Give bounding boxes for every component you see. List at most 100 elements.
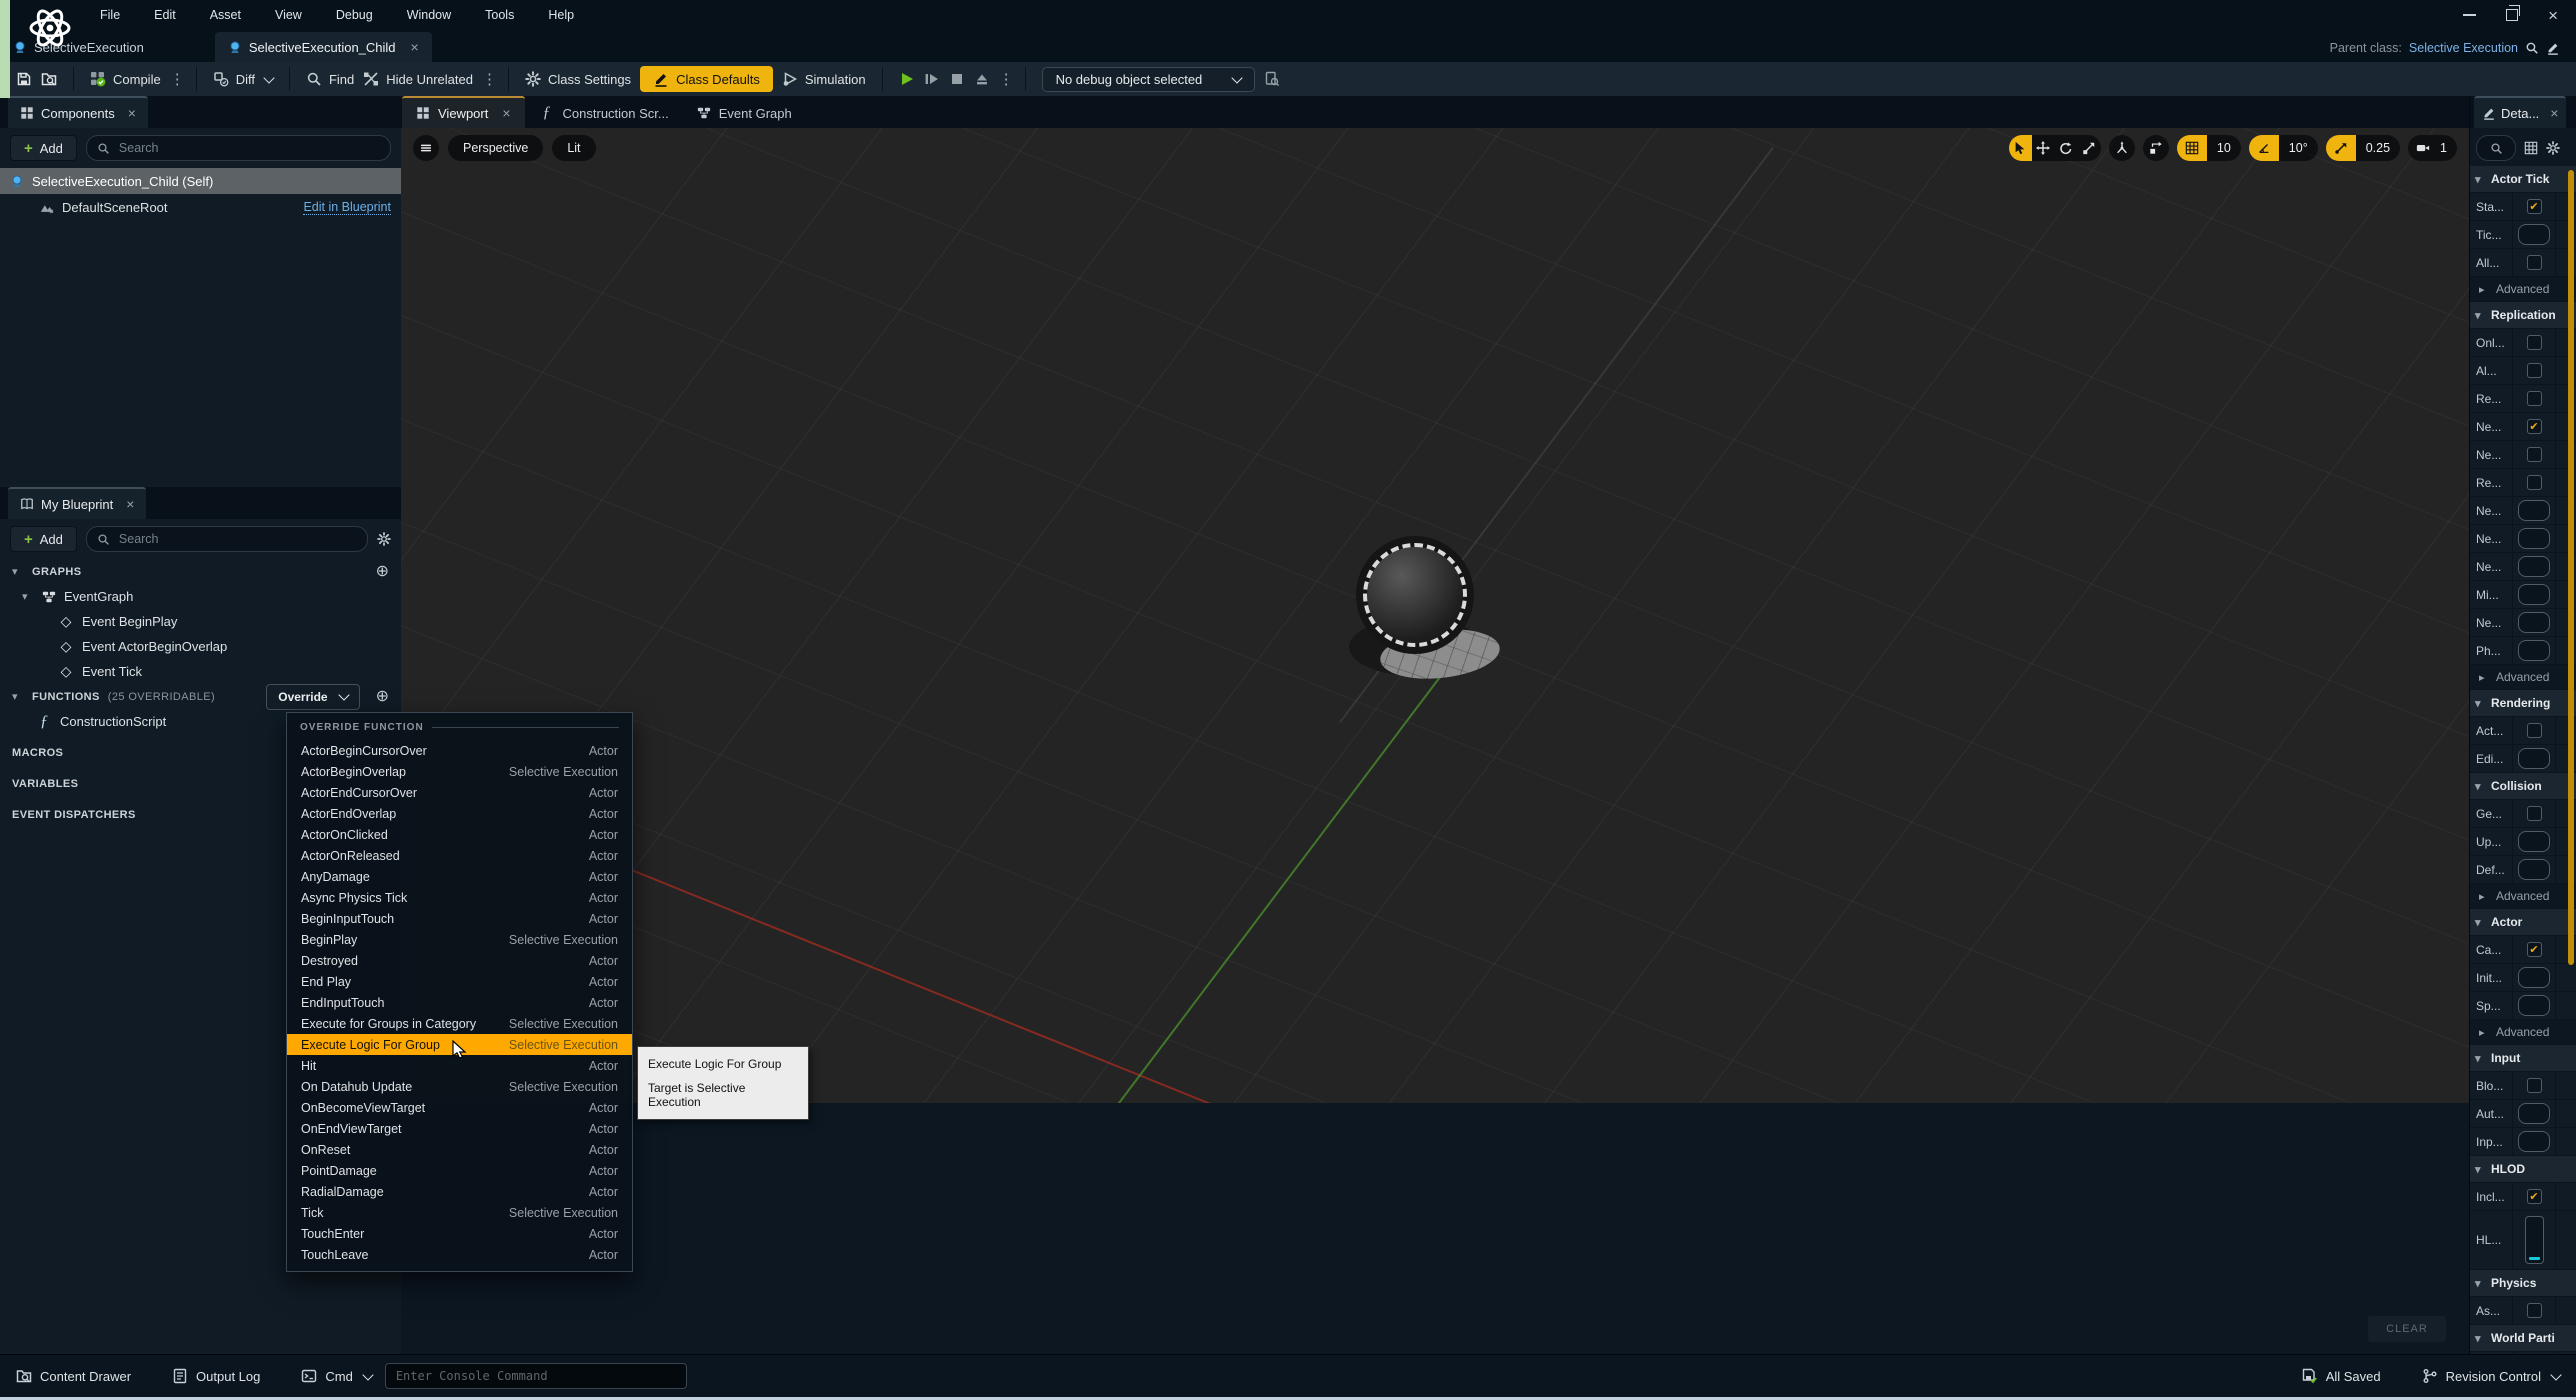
menu-item[interactable]: Debug: [322, 5, 387, 26]
override-menu-item[interactable]: EndInputTouch Actor: [287, 992, 632, 1013]
revision-control-button[interactable]: Revision Control: [2422, 1368, 2560, 1384]
hide-unrelated-options-kebab-icon[interactable]: ⋮: [482, 70, 492, 88]
menu-item[interactable]: Edit: [140, 5, 190, 26]
find-button[interactable]: Find: [306, 71, 354, 87]
compile-button[interactable]: Compile: [90, 71, 161, 87]
components-search[interactable]: [86, 135, 391, 161]
add-function-icon[interactable]: ⊕: [376, 689, 389, 705]
diff-button[interactable]: Diff: [213, 71, 273, 87]
checkbox[interactable]: ✔: [2527, 1189, 2542, 1204]
asset-tab[interactable]: SelectiveExecution ×: [0, 32, 157, 62]
my-blueprint-search-input[interactable]: [117, 531, 357, 547]
grid-snap-icon[interactable]: [2177, 135, 2207, 161]
details-advanced-toggle[interactable]: ▸Advanced: [2470, 884, 2576, 909]
tab-construction-script[interactable]: ƒ Construction Scr...: [525, 98, 683, 128]
select-tool-icon[interactable]: [2009, 135, 2032, 161]
details-section-header[interactable]: ▾Physics: [2470, 1270, 2576, 1297]
details-advanced-toggle[interactable]: ▸Advanced: [2470, 1020, 2576, 1045]
scale-snap-control[interactable]: 0.25: [2326, 135, 2400, 161]
my-blueprint-search[interactable]: [86, 526, 368, 552]
functions-section-header[interactable]: ▾ FUNCTIONS (25 OVERRIDABLE) Override ⊕: [0, 684, 401, 709]
move-tool-icon[interactable]: [2032, 135, 2055, 161]
override-menu-item[interactable]: ActorOnReleased Actor: [287, 845, 632, 866]
menu-item[interactable]: Help: [534, 5, 588, 26]
menu-item[interactable]: View: [261, 5, 316, 26]
details-search[interactable]: [2476, 135, 2516, 161]
tab-details[interactable]: Deta... ×: [2474, 96, 2566, 128]
close-icon[interactable]: ×: [126, 496, 134, 512]
display-filter-icon[interactable]: [2524, 141, 2538, 155]
details-section-header[interactable]: ▾Actor Tick: [2470, 166, 2576, 193]
details-section-header[interactable]: ▾Replication: [2470, 302, 2576, 329]
checkbox[interactable]: [2527, 723, 2542, 738]
gear-icon[interactable]: [377, 532, 391, 546]
cmd-dropdown[interactable]: Cmd: [301, 1368, 371, 1384]
details-section-header[interactable]: ▾Input: [2470, 1045, 2576, 1072]
world-local-gizmo-button[interactable]: [2109, 135, 2135, 161]
checkbox[interactable]: [2518, 967, 2550, 988]
menu-item[interactable]: File: [86, 5, 134, 26]
menu-item[interactable]: Asset: [196, 5, 255, 26]
edit-in-blueprint-link[interactable]: Edit in Blueprint: [303, 200, 391, 215]
angle-snap-icon[interactable]: [2249, 135, 2279, 161]
checkbox[interactable]: [2518, 528, 2550, 549]
event-row[interactable]: ◇ Event Tick: [0, 659, 401, 684]
tab-components[interactable]: Components ×: [8, 96, 148, 128]
checkbox[interactable]: [2518, 584, 2550, 605]
details-advanced-toggle[interactable]: ▸Advanced: [2470, 277, 2576, 302]
viewport-menu-button[interactable]: [413, 135, 439, 161]
checkbox[interactable]: [2518, 995, 2550, 1016]
override-menu-item[interactable]: TouchEnter Actor: [287, 1223, 632, 1244]
event-row[interactable]: ◇ Event ActorBeginOverlap: [0, 634, 401, 659]
close-icon[interactable]: ×: [411, 39, 419, 55]
output-log-button[interactable]: Output Log: [172, 1368, 260, 1384]
details-section-header[interactable]: ▾Collision: [2470, 773, 2576, 800]
checkbox[interactable]: [2518, 859, 2550, 880]
override-menu-item[interactable]: ActorBeginCursorOver Actor: [287, 740, 632, 761]
compile-options-kebab-icon[interactable]: ⋮: [170, 70, 180, 88]
override-menu-item[interactable]: Tick Selective Execution: [287, 1202, 632, 1223]
class-defaults-button[interactable]: Class Defaults: [640, 66, 773, 92]
simulation-button[interactable]: Simulation: [782, 71, 866, 87]
add-graph-icon[interactable]: ⊕: [376, 564, 389, 580]
checkbox[interactable]: [2527, 475, 2542, 490]
override-menu-item[interactable]: ActorOnClicked Actor: [287, 824, 632, 845]
override-menu-item[interactable]: PointDamage Actor: [287, 1160, 632, 1181]
checkbox[interactable]: [2518, 224, 2550, 245]
checkbox[interactable]: [2527, 363, 2542, 378]
all-saved-button[interactable]: All Saved: [2302, 1368, 2381, 1384]
checkbox[interactable]: ✔: [2527, 419, 2542, 434]
eject-button[interactable]: [974, 71, 990, 87]
play-options-kebab-icon[interactable]: ⋮: [999, 70, 1009, 88]
scale-tool-icon[interactable]: [2078, 135, 2101, 161]
component-row-scene-root[interactable]: DefaultSceneRoot Edit in Blueprint: [0, 194, 401, 220]
checkbox[interactable]: [2527, 806, 2542, 821]
close-icon[interactable]: ×: [502, 105, 510, 121]
frame-skip-button[interactable]: [924, 71, 940, 87]
component-row-self[interactable]: SelectiveExecution_Child (Self): [0, 168, 401, 194]
override-menu-item[interactable]: On Datahub Update Selective Execution: [287, 1076, 632, 1097]
checkbox[interactable]: [2518, 1103, 2550, 1124]
checkbox[interactable]: [2527, 335, 2542, 350]
graphs-section-header[interactable]: ▾ GRAPHS ⊕: [0, 559, 401, 584]
details-section-header[interactable]: ▾HLOD: [2470, 1156, 2576, 1183]
checkbox[interactable]: [2518, 831, 2550, 852]
override-dropdown-button[interactable]: Override: [266, 684, 359, 710]
override-menu-item[interactable]: Execute for Groups in Category Selective…: [287, 1013, 632, 1034]
override-menu-item[interactable]: ActorEndOverlap Actor: [287, 803, 632, 824]
event-row[interactable]: ◇ Event BeginPlay: [0, 609, 401, 634]
tab-my-blueprint[interactable]: My Blueprint ×: [8, 487, 146, 519]
search-icon[interactable]: [2525, 41, 2539, 55]
components-search-input[interactable]: [117, 140, 380, 156]
surface-snapping-button[interactable]: [2143, 135, 2169, 161]
override-menu-item[interactable]: End Play Actor: [287, 971, 632, 992]
content-drawer-button[interactable]: Content Drawer: [16, 1368, 131, 1384]
checkbox[interactable]: [2518, 500, 2550, 521]
tab-event-graph[interactable]: Event Graph: [683, 98, 806, 128]
details-section-header[interactable]: ▾Rendering: [2470, 690, 2576, 717]
gear-icon[interactable]: [2546, 141, 2560, 155]
checkbox[interactable]: [2518, 612, 2550, 633]
details-advanced-toggle[interactable]: ▸Advanced: [2470, 665, 2576, 690]
menu-item[interactable]: Window: [393, 5, 465, 26]
grid-snap-control[interactable]: 10: [2177, 135, 2241, 161]
